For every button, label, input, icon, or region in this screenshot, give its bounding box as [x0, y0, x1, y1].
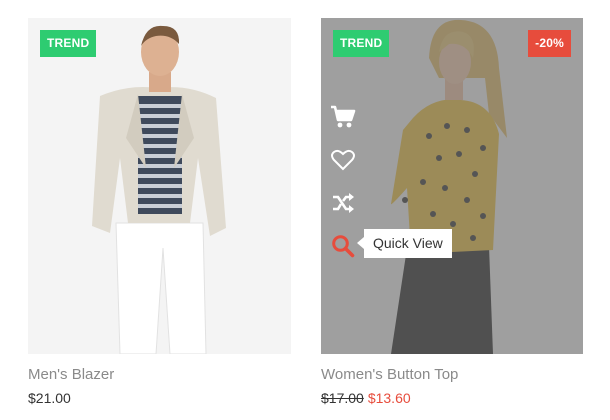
original-price: $17.00 — [321, 390, 364, 406]
product-image-area[interactable]: TREND — [28, 18, 291, 354]
add-to-wishlist-button[interactable] — [330, 147, 356, 173]
product-card-womens-button-top[interactable]: TREND -20% Quick View Women's Button Top… — [321, 18, 583, 407]
sale-price: $13.60 — [367, 390, 411, 406]
trend-badge: TREND — [40, 30, 97, 57]
search-icon — [332, 235, 355, 258]
cart-icon — [331, 105, 356, 128]
quick-view-tooltip: Quick View — [357, 229, 452, 258]
quick-view-button[interactable] — [330, 233, 356, 259]
add-to-cart-button[interactable] — [330, 104, 356, 130]
shuffle-icon — [333, 193, 354, 213]
price-value: $21.00 — [28, 390, 71, 406]
discount-badge: -20% — [528, 30, 571, 57]
product-name[interactable]: Women's Button Top — [321, 366, 583, 384]
compare-button[interactable] — [330, 190, 356, 216]
product-card-mens-blazer[interactable]: TREND Men's Blazer $21.00 — [28, 18, 291, 407]
product-price: $17.00 $13.60 — [321, 389, 583, 407]
product-image-mens-blazer[interactable] — [28, 18, 291, 354]
product-image-area[interactable]: TREND -20% Quick View — [321, 18, 583, 354]
product-name[interactable]: Men's Blazer — [28, 366, 291, 384]
trend-badge: TREND — [333, 30, 390, 57]
hover-overlay — [321, 18, 583, 354]
heart-icon — [331, 149, 355, 171]
product-price: $21.00 — [28, 389, 291, 407]
